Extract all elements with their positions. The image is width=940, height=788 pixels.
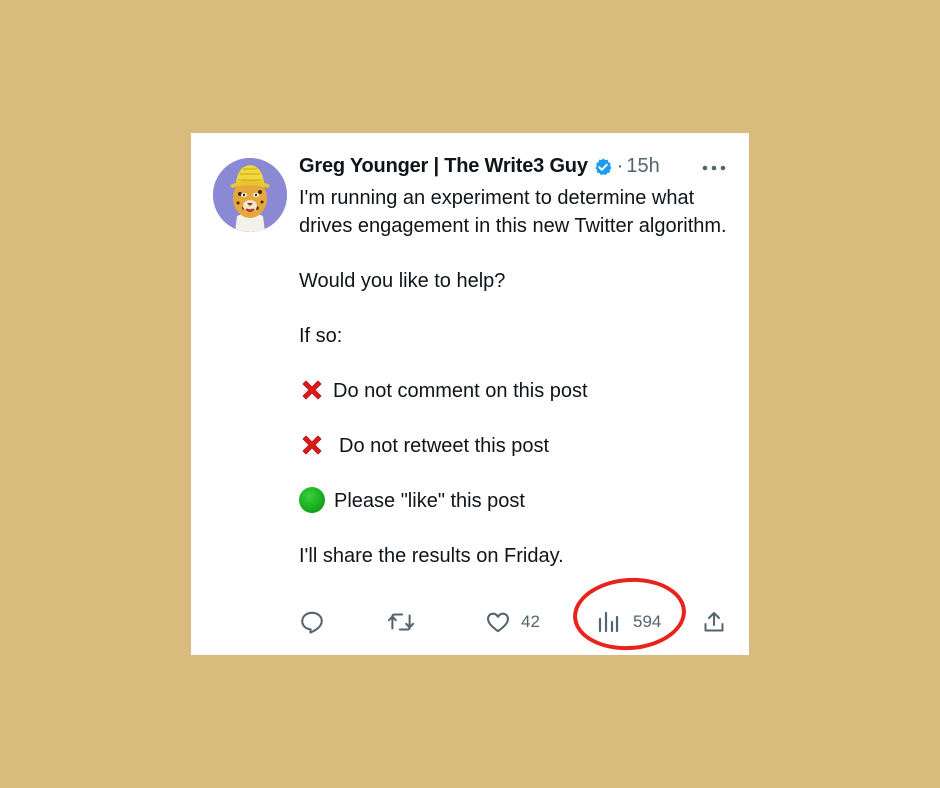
avatar[interactable] (213, 158, 287, 232)
more-options-icon[interactable] (701, 159, 727, 177)
tweet-line: If so: (299, 325, 343, 347)
like-button[interactable]: 42 (485, 607, 540, 637)
share-button[interactable] (702, 607, 726, 637)
tweet-line-text: Do not retweet this post (339, 435, 550, 457)
tweet-card[interactable]: Greg Younger | The Write3 Guy · 15h I'm … (191, 133, 749, 655)
tweet-line-like: Please "like" this post (299, 487, 729, 515)
tweet-line: I'm running an experiment to determine w… (299, 187, 727, 237)
cross-mark-icon (299, 377, 325, 403)
tweet-line-text: Please "like" this post (334, 490, 525, 512)
tweet-line-no-retweet: Do not retweet this post (299, 432, 729, 460)
reply-icon (301, 611, 323, 634)
like-count: 42 (521, 612, 540, 631)
retweet-icon (387, 613, 415, 631)
share-icon (704, 612, 724, 632)
retweet-button[interactable] (387, 607, 415, 637)
reply-button[interactable] (299, 607, 325, 637)
tweet-header: Greg Younger | The Write3 Guy · 15h (299, 155, 660, 178)
tweet-text: I'm running an experiment to determine w… (299, 184, 729, 570)
green-circle-icon (299, 487, 325, 513)
leopard-avatar-icon (213, 158, 287, 232)
heart-icon (487, 612, 509, 633)
tweet-line: I'll share the results on Friday. (299, 545, 564, 567)
timestamp[interactable]: 15h (626, 155, 659, 178)
tweet-line-text: Do not comment on this post (333, 380, 588, 402)
tweet-line-no-comment: Do not comment on this post (299, 377, 729, 405)
cross-mark-icon (299, 432, 325, 458)
author-name[interactable]: Greg Younger | The Write3 Guy (299, 155, 588, 178)
verified-badge-icon (593, 157, 613, 177)
tweet-line: Would you like to help? (299, 270, 506, 292)
separator-dot: · (616, 155, 624, 177)
